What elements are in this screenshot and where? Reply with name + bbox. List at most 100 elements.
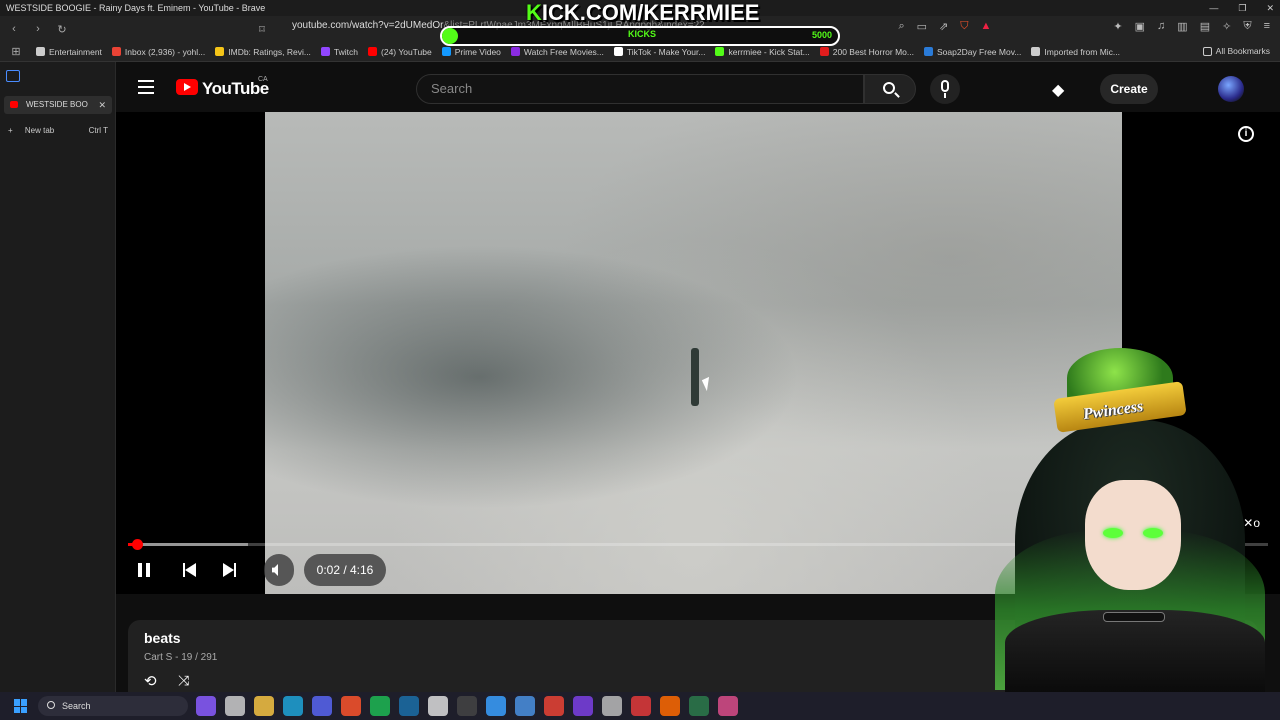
menu-icon[interactable]: ≡ (1264, 20, 1270, 33)
country-code: CA (258, 76, 268, 83)
extension-gem-icon[interactable]: ◆ (1052, 80, 1064, 100)
bookmark-item[interactable]: Imported from Mic... (1031, 47, 1120, 57)
calculator-icon[interactable] (515, 696, 535, 716)
avatar[interactable] (1218, 76, 1244, 102)
close-window-icon[interactable]: ✕ (1266, 0, 1274, 16)
youtube-logo-icon[interactable] (176, 79, 198, 95)
reading-list-icon[interactable]: ▤ (1200, 20, 1210, 33)
bookmark-label: Entertainment (49, 46, 102, 57)
obs-icon[interactable] (428, 696, 448, 716)
cast-icon[interactable]: ▭ (917, 20, 927, 33)
microphone-icon (941, 80, 949, 92)
bookmark-item[interactable]: Inbox (2,936) - yohl... (111, 47, 205, 57)
copilot-icon[interactable] (196, 696, 216, 716)
previous-button[interactable] (180, 558, 200, 582)
new-tab-button[interactable]: + New tab Ctrl T (8, 126, 108, 135)
brave-icon[interactable] (341, 696, 361, 716)
bookmark-label: Imported from Mic... (1044, 46, 1120, 57)
app-terminal-icon[interactable] (689, 696, 709, 716)
bookmark-item[interactable]: Watch Free Movies... (510, 47, 604, 57)
playlist-title[interactable]: beats (144, 630, 181, 646)
bookmark-favicon-icon (441, 47, 451, 56)
sidebar-icon[interactable]: ▥ (1177, 20, 1187, 33)
bookmark-favicon-icon (368, 47, 378, 56)
extensions-icon[interactable]: ✦ (1113, 20, 1122, 33)
app-purple-icon[interactable] (573, 696, 593, 716)
youtube-header: YouTube CA Search ◆ Create (116, 62, 1280, 114)
app-vtuber-icon[interactable] (718, 696, 738, 716)
sidebar-toggle-icon[interactable] (6, 70, 20, 82)
info-icon[interactable]: i (1238, 126, 1254, 142)
minimize-icon[interactable]: — (1209, 0, 1218, 16)
zoom-icon[interactable]: ⌕ (898, 20, 904, 33)
bookmark-icon[interactable]: ⌑ (252, 23, 272, 36)
wallet-icon[interactable]: ▣ (1135, 20, 1145, 33)
search-input[interactable]: Search (416, 74, 864, 104)
file-explorer-icon[interactable] (254, 696, 274, 716)
create-button[interactable]: Create (1100, 74, 1158, 104)
pause-button[interactable] (134, 558, 154, 582)
share-icon[interactable]: ⇗ (939, 20, 948, 33)
progress-scrubber[interactable] (132, 539, 144, 550)
bookmark-item[interactable]: Soap2Day Free Mov... (924, 47, 1021, 57)
tab-label: WESTSIDE BOO (26, 100, 88, 109)
bookmark-item[interactable]: Prime Video (441, 47, 501, 57)
vpn-icon[interactable]: ⛨ (1243, 20, 1251, 33)
maximize-icon[interactable]: ❐ (1238, 0, 1246, 16)
voice-search-button[interactable] (930, 74, 960, 104)
edge-icon[interactable] (283, 696, 303, 716)
speaker-icon (272, 564, 278, 576)
leo-icon[interactable]: ✧ (1222, 20, 1231, 33)
bookmark-favicon-icon (819, 47, 829, 56)
tab-active[interactable]: WESTSIDE BOO ✕ (4, 96, 112, 114)
bookmark-item[interactable]: Entertainment (36, 47, 102, 57)
back-icon[interactable]: ‹ (4, 23, 24, 35)
vtuber-crown: Pwincess (1053, 340, 1187, 433)
shuffle-icon[interactable]: ⤨ (178, 672, 189, 689)
bookmark-item[interactable]: TikTok - Make Your... (613, 47, 705, 57)
bookmark-favicon-icon (320, 47, 330, 56)
bookmark-favicon-icon (36, 47, 45, 56)
folder-icon (1202, 46, 1212, 56)
bookmark-item[interactable]: Twitch (320, 47, 358, 57)
loop-icon[interactable]: ⟲ (144, 672, 157, 690)
media-icon[interactable]: ♫ (1157, 20, 1165, 33)
reload-icon[interactable]: ↻ (52, 23, 72, 36)
vtuber-eye-left (1103, 528, 1123, 538)
progress-buffer (128, 543, 248, 546)
steam-icon[interactable] (399, 696, 419, 716)
search-button[interactable] (864, 74, 916, 104)
apps-grid-icon[interactable]: ⊞ (6, 45, 26, 58)
app-epic-icon[interactable] (457, 696, 477, 716)
bookmark-item[interactable]: kerrmiee - Kick Stat... (715, 47, 810, 57)
windows-start-icon[interactable] (14, 699, 28, 713)
kick-goal-target: 5000 (811, 30, 832, 40)
brave-shields-icon[interactable]: ⛉ (960, 20, 968, 33)
app-red-icon[interactable] (631, 696, 651, 716)
bookmark-item[interactable]: IMDb: Ratings, Revi... (215, 47, 311, 57)
forward-icon[interactable]: › (28, 23, 48, 35)
new-tab-label: New tab (24, 126, 55, 135)
next-button[interactable] (220, 558, 240, 582)
bookmark-label: 200 Best Horror Mo... (832, 46, 914, 57)
time-text: 0:02 / 4:16 (316, 563, 374, 577)
notepad-icon[interactable] (486, 696, 506, 716)
bookmark-item[interactable]: 200 Best Horror Mo... (819, 46, 914, 57)
steelseries-icon[interactable] (660, 696, 680, 716)
all-bookmarks[interactable]: All Bookmarks (1202, 46, 1270, 56)
menu-hamburger-icon[interactable] (138, 80, 154, 98)
task-view-icon[interactable] (225, 696, 245, 716)
chrome-icon[interactable] (544, 696, 564, 716)
settings-icon[interactable] (602, 696, 622, 716)
bookmark-favicon-icon (111, 47, 121, 56)
close-tab-icon[interactable]: ✕ (98, 96, 106, 114)
taskbar-search[interactable]: Search (38, 696, 188, 716)
window-title: WESTSIDE BOOGIE - Rainy Days ft. Eminem … (6, 3, 266, 13)
vtuber-choker (1103, 612, 1165, 622)
spotify-icon[interactable] (370, 696, 390, 716)
bookmark-item[interactable]: (24) YouTube (368, 47, 432, 57)
discord-icon[interactable] (312, 696, 332, 716)
brave-rewards-icon[interactable]: ▲ (981, 20, 992, 33)
volume-button[interactable] (264, 554, 294, 586)
new-tab-shortcut: Ctrl T (88, 126, 108, 135)
